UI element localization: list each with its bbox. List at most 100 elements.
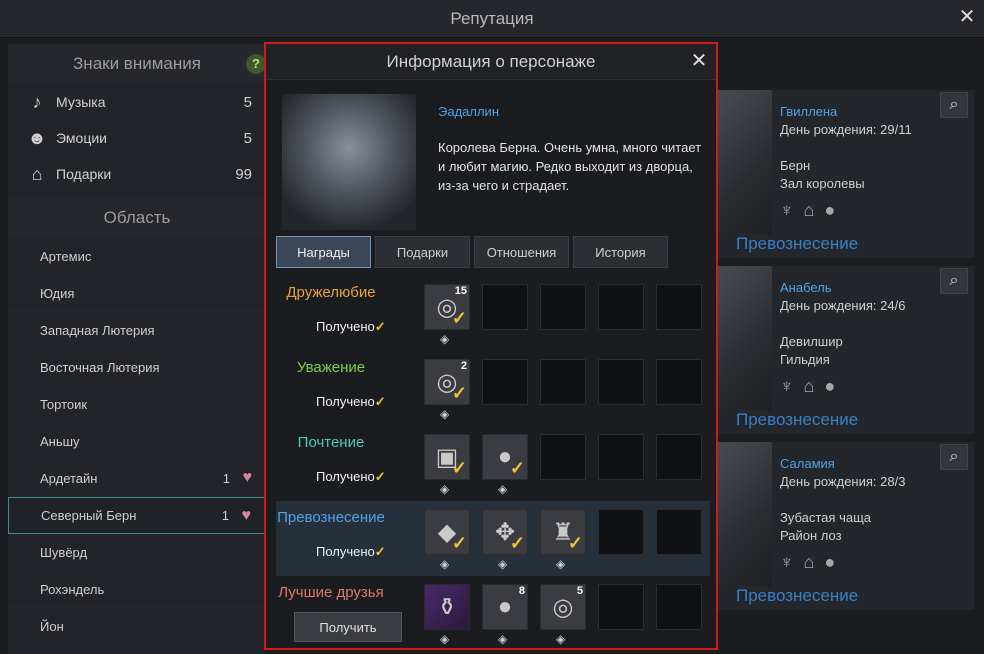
- empty-slot: [540, 434, 586, 480]
- empty-slot: [598, 434, 644, 480]
- region-item[interactable]: Йон: [8, 608, 266, 645]
- chat-icon[interactable]: ●: [824, 200, 835, 221]
- region-label: Северный Берн: [41, 508, 137, 523]
- tier-status: Получено✓: [316, 469, 386, 485]
- close-icon[interactable]: ✕: [688, 50, 710, 72]
- region-item[interactable]: Тортоик: [8, 386, 266, 423]
- empty-slot: [482, 284, 528, 330]
- sign-row[interactable]: ⌂ Подарки 99: [8, 156, 266, 192]
- region-count: 1: [221, 508, 229, 523]
- search-button[interactable]: ⌕: [940, 268, 968, 294]
- region-header-label: Область: [103, 208, 171, 227]
- region-item[interactable]: Восточная Лютерия: [8, 349, 266, 386]
- region-label: Юдия: [40, 285, 75, 301]
- npc-sublocation: Район лоз: [780, 528, 842, 543]
- npc-card[interactable]: Гвиллена День рождения: 29/11 Берн Зал коро…: [716, 90, 974, 258]
- empty-slot: [598, 584, 644, 630]
- grade-diamond-icon: ◈: [556, 632, 566, 646]
- reward-slots: ▣ ✓ ◈ ● ✓ ◈: [424, 434, 702, 496]
- reward-slots: ◎ 15 ✓ ◈: [424, 284, 702, 346]
- reward-item-slot[interactable]: ◎ 2 ✓ ◈: [424, 359, 470, 421]
- npc-name[interactable]: Саламия: [780, 456, 835, 471]
- checkmark-icon: ✓: [451, 458, 467, 478]
- checkmark-icon: ✓: [451, 533, 467, 553]
- left-panel: Знаки внимания ? ♪ Музыка 5 ☻ Эмоции 5 ⌂ Подарк…: [8, 44, 266, 654]
- grade-diamond-icon: ◈: [498, 632, 508, 646]
- reward-item-slot[interactable]: ▣ ✓ ◈: [424, 434, 470, 496]
- grade-diamond-icon: ◈: [440, 407, 450, 421]
- trident-icon[interactable]: ♆: [780, 552, 794, 573]
- reward-item-slot[interactable]: ✥ ✓ ◈: [482, 509, 528, 571]
- reward-tier-row: Дружелюбие Получено✓ ◎ 15 ✓ ◈: [276, 276, 710, 351]
- npc-name[interactable]: Анабель: [780, 280, 832, 295]
- gift-icon[interactable]: ⌂: [804, 200, 815, 221]
- reward-item-slot[interactable]: ◆ ✓ ◈: [424, 509, 470, 571]
- reward-tier-row: Лучшие друзья Получить ⚱ ◈ ● 8 ◈ ◎ 5 ◈: [276, 576, 710, 651]
- npc-interaction-icons: ♆ ⌂ ●: [780, 376, 835, 397]
- region-label: Рохэндель: [40, 581, 105, 597]
- sign-label: Подарки: [56, 166, 112, 182]
- gift-icon[interactable]: ⌂: [804, 376, 815, 397]
- checkmark-icon: ✓: [509, 533, 525, 553]
- region-item[interactable]: Артемис: [8, 238, 266, 275]
- help-icon[interactable]: ?: [246, 54, 266, 74]
- reward-item-slot[interactable]: ◎ 15 ✓ ◈: [424, 284, 470, 346]
- search-button[interactable]: ⌕: [940, 92, 968, 118]
- reward-item-slot[interactable]: ⚱ ◈: [424, 584, 470, 646]
- npc-card[interactable]: Анабель День рождения: 24/6 Девилшир Гильди…: [716, 266, 974, 434]
- chat-icon[interactable]: ●: [824, 552, 835, 573]
- npc-card-list: Гвиллена День рождения: 29/11 Берн Зал коро…: [716, 90, 974, 618]
- npc-name[interactable]: Гвиллена: [780, 104, 837, 119]
- sign-count: 5: [243, 129, 252, 147]
- npc-birthday: День рождения: 24/6: [780, 298, 906, 313]
- npc-location: Зубастая чаща: [780, 510, 871, 525]
- checkmark-icon: ✓: [374, 544, 386, 559]
- npc-portrait: [716, 90, 772, 234]
- empty-slot: [598, 359, 644, 405]
- region-label: Восточная Лютерия: [40, 359, 160, 375]
- sign-row[interactable]: ☻ Эмоции 5: [8, 120, 266, 156]
- npc-rank: Превознесение: [736, 586, 859, 605]
- close-icon[interactable]: ✕: [956, 6, 978, 28]
- npc-card[interactable]: Саламия День рождения: 28/3 Зубастая чаща Р…: [716, 442, 974, 610]
- chat-icon[interactable]: ●: [824, 376, 835, 397]
- region-label: Аньшу: [40, 433, 80, 449]
- npc-rank: Превознесение: [736, 234, 859, 253]
- reward-item-slot[interactable]: ♜ ✓ ◈: [540, 509, 586, 571]
- region-item[interactable]: Юдия: [8, 275, 266, 312]
- sign-count: 99: [235, 165, 252, 183]
- sign-label: Эмоции: [56, 130, 107, 146]
- region-item[interactable]: Ардетайн 1 ♥: [8, 460, 266, 497]
- npc-location: Берн: [780, 158, 811, 173]
- emotion-icon: ☻: [27, 127, 47, 148]
- region-item[interactable]: Западная Лютерия: [8, 312, 266, 349]
- grade-diamond-icon: ◈: [440, 332, 450, 346]
- empty-slot: [656, 584, 702, 630]
- region-label: Артемис: [40, 248, 92, 264]
- sign-row[interactable]: ♪ Музыка 5: [8, 84, 266, 120]
- search-button[interactable]: ⌕: [940, 444, 968, 470]
- checkmark-icon: ✓: [374, 469, 386, 484]
- sign-count: 5: [243, 93, 252, 111]
- trident-icon[interactable]: ♆: [780, 200, 794, 221]
- tab-gifts[interactable]: Подарки: [375, 236, 470, 268]
- region-item[interactable]: Рохэндель: [8, 571, 266, 608]
- tab-history[interactable]: История: [573, 236, 668, 268]
- reward-item-slot[interactable]: ● 8 ◈: [482, 584, 528, 646]
- tier-status-label: Получено: [316, 394, 375, 409]
- region-item[interactable]: Аньшу: [8, 423, 266, 460]
- region-item[interactable]: Северный Берн 1 ♥: [8, 497, 266, 534]
- region-item[interactable]: Шувёрд: [8, 534, 266, 571]
- trident-icon[interactable]: ♆: [780, 376, 794, 397]
- tab-rewards[interactable]: Награды: [276, 236, 371, 268]
- checkmark-icon: ✓: [451, 308, 467, 328]
- grade-diamond-icon: ◈: [556, 557, 566, 571]
- gift-icon[interactable]: ⌂: [804, 552, 815, 573]
- tab-relations[interactable]: Отношения: [474, 236, 569, 268]
- grade-diamond-icon: ◈: [440, 632, 450, 646]
- item-count: 15: [454, 285, 467, 297]
- npc-birthday: День рождения: 28/3: [780, 474, 906, 489]
- reward-item-slot[interactable]: ● ✓ ◈: [482, 434, 528, 496]
- claim-button[interactable]: Получить: [294, 612, 402, 642]
- reward-item-slot[interactable]: ◎ 5 ◈: [540, 584, 586, 646]
